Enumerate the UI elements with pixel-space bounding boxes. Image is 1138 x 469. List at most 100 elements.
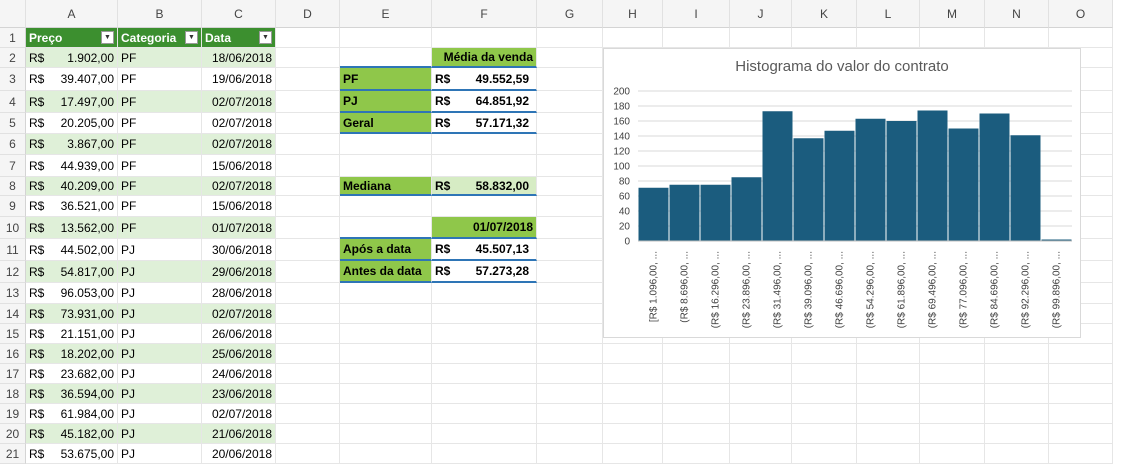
histogram-bar[interactable] xyxy=(793,138,824,241)
cell[interactable] xyxy=(537,344,603,364)
cell[interactable] xyxy=(603,344,663,364)
histogram-bar[interactable] xyxy=(1010,135,1041,241)
cell[interactable] xyxy=(537,283,603,304)
cell[interactable] xyxy=(920,424,985,444)
histogram-bar[interactable] xyxy=(669,184,700,241)
cell[interactable] xyxy=(340,283,432,304)
column-header-O[interactable]: O xyxy=(1049,0,1113,28)
cell[interactable] xyxy=(537,68,603,91)
cell[interactable] xyxy=(663,444,730,464)
cell[interactable] xyxy=(985,344,1049,364)
cell[interactable] xyxy=(730,364,792,384)
row-header-2[interactable]: 2 xyxy=(0,48,26,68)
cell[interactable] xyxy=(340,196,432,217)
cell[interactable] xyxy=(920,344,985,364)
price-cell[interactable]: R$ 21.151,00 xyxy=(26,324,118,344)
column-header-J[interactable]: J xyxy=(730,0,792,28)
row-header-11[interactable]: 11 xyxy=(0,239,26,261)
cell[interactable] xyxy=(603,28,663,48)
cell[interactable] xyxy=(857,404,920,424)
apos-mean[interactable]: R$ 45.507,13 xyxy=(432,239,537,261)
cell[interactable] xyxy=(920,384,985,404)
media-header[interactable]: Média da venda xyxy=(432,48,537,68)
price-cell[interactable]: R$ 1.902,00 xyxy=(26,48,118,68)
cell[interactable] xyxy=(1049,404,1113,424)
column-header-K[interactable]: K xyxy=(792,0,857,28)
pf-mean[interactable]: R$ 49.552,59 xyxy=(432,68,537,91)
cell[interactable] xyxy=(857,444,920,464)
cell[interactable] xyxy=(792,364,857,384)
category-cell[interactable]: PF xyxy=(118,48,202,68)
cell[interactable] xyxy=(1049,444,1113,464)
cell[interactable] xyxy=(1049,28,1113,48)
cell[interactable] xyxy=(276,444,340,464)
row-header-9[interactable]: 9 xyxy=(0,196,26,217)
cell[interactable] xyxy=(792,444,857,464)
date-cell[interactable]: 15/06/2018 xyxy=(202,196,276,217)
cell[interactable] xyxy=(432,344,537,364)
category-cell[interactable]: PJ xyxy=(118,324,202,344)
cell[interactable] xyxy=(920,28,985,48)
cell[interactable] xyxy=(730,404,792,424)
cell[interactable] xyxy=(537,324,603,344)
histogram-bar[interactable] xyxy=(700,184,731,241)
row-header-8[interactable]: 8 xyxy=(0,177,26,196)
geral-mean[interactable]: R$ 57.171,32 xyxy=(432,113,537,134)
category-cell[interactable]: PJ xyxy=(118,404,202,424)
cell[interactable] xyxy=(537,48,603,68)
cell[interactable] xyxy=(276,113,340,134)
row-header-14[interactable]: 14 xyxy=(0,304,26,324)
cell[interactable] xyxy=(276,217,340,239)
cell[interactable] xyxy=(730,28,792,48)
row-header-15[interactable]: 15 xyxy=(0,324,26,344)
row-header-10[interactable]: 10 xyxy=(0,217,26,239)
cell[interactable] xyxy=(276,344,340,364)
row-header-3[interactable]: 3 xyxy=(0,68,26,91)
price-cell[interactable]: R$ 39.407,00 xyxy=(26,68,118,91)
price-cell[interactable]: R$ 73.931,00 xyxy=(26,304,118,324)
cell[interactable] xyxy=(857,344,920,364)
cell[interactable] xyxy=(537,304,603,324)
date-cell[interactable]: 28/06/2018 xyxy=(202,283,276,304)
date-cell[interactable]: 19/06/2018 xyxy=(202,68,276,91)
cell[interactable] xyxy=(985,384,1049,404)
cell[interactable] xyxy=(920,364,985,384)
column-header-B[interactable]: B xyxy=(118,0,202,28)
column-header-I[interactable]: I xyxy=(663,0,730,28)
cell[interactable] xyxy=(432,196,537,217)
price-cell[interactable]: R$ 44.939,00 xyxy=(26,155,118,177)
date-cell[interactable]: 30/06/2018 xyxy=(202,239,276,261)
filter-dropdown-icon[interactable]: ▼ xyxy=(259,31,272,44)
date-cell[interactable]: 02/07/2018 xyxy=(202,177,276,196)
column-header-A[interactable]: A xyxy=(26,0,118,28)
cell[interactable] xyxy=(276,177,340,196)
date-cell[interactable]: 18/06/2018 xyxy=(202,48,276,68)
date-cell[interactable]: 02/07/2018 xyxy=(202,304,276,324)
category-cell[interactable]: PJ xyxy=(118,424,202,444)
cell[interactable] xyxy=(276,324,340,344)
price-cell[interactable]: R$ 36.521,00 xyxy=(26,196,118,217)
cell[interactable] xyxy=(985,404,1049,424)
price-cell[interactable]: R$ 20.205,00 xyxy=(26,113,118,134)
reference-date[interactable]: 01/07/2018 xyxy=(432,217,537,239)
cell[interactable] xyxy=(730,444,792,464)
cell[interactable] xyxy=(792,384,857,404)
date-cell[interactable]: 25/06/2018 xyxy=(202,344,276,364)
row-header-12[interactable]: 12 xyxy=(0,261,26,283)
cell[interactable] xyxy=(663,364,730,384)
price-cell[interactable]: R$ 3.867,00 xyxy=(26,134,118,155)
cell[interactable] xyxy=(920,444,985,464)
row-header-7[interactable]: 7 xyxy=(0,155,26,177)
mediana[interactable]: R$ 58.832,00 xyxy=(432,177,537,196)
row-header-21[interactable]: 21 xyxy=(0,444,26,464)
date-cell[interactable]: 02/07/2018 xyxy=(202,91,276,113)
geral-label[interactable]: Geral xyxy=(340,113,432,134)
cell[interactable] xyxy=(537,134,603,155)
row-header-20[interactable]: 20 xyxy=(0,424,26,444)
cell[interactable] xyxy=(276,424,340,444)
date-cell[interactable]: 02/07/2018 xyxy=(202,113,276,134)
price-cell[interactable]: R$ 54.817,00 xyxy=(26,261,118,283)
cell[interactable] xyxy=(603,384,663,404)
cell[interactable] xyxy=(432,155,537,177)
cell[interactable] xyxy=(340,324,432,344)
